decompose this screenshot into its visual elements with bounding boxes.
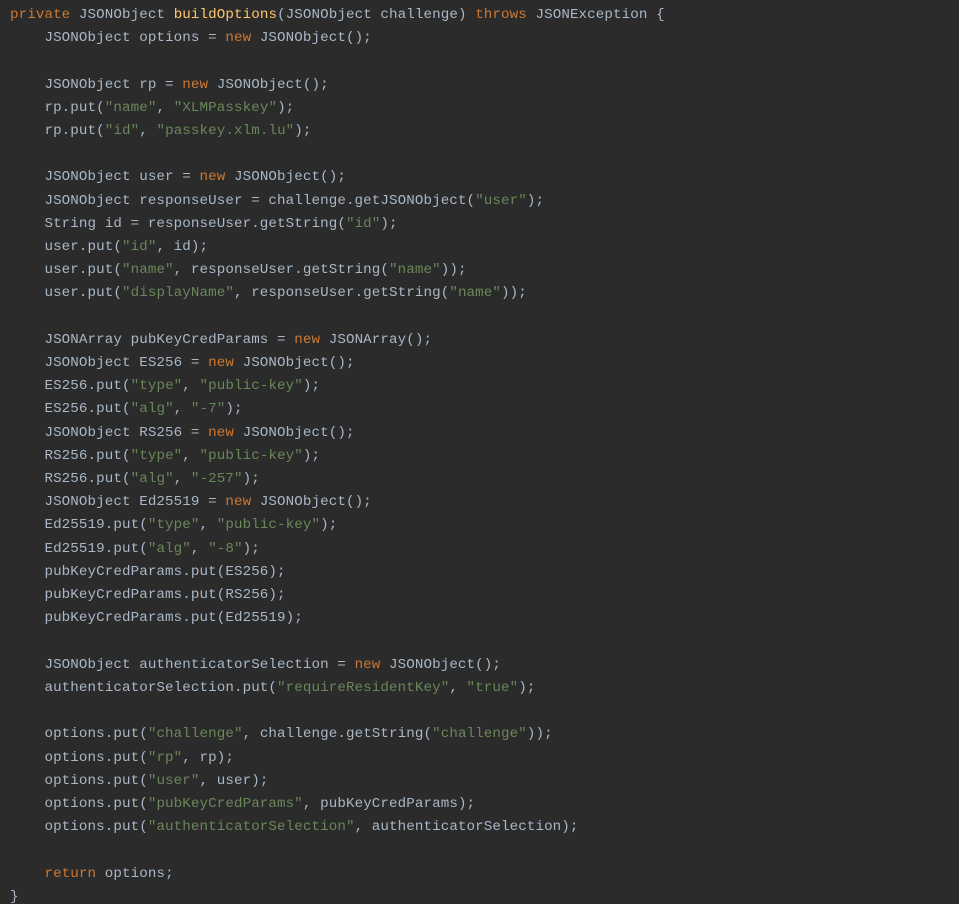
code-line: String id = responseUser.getString("id")… — [10, 216, 398, 232]
code-line: rp.put("name", "XLMPasskey"); — [10, 100, 294, 116]
code-editor[interactable]: private JSONObject buildOptions(JSONObje… — [0, 0, 959, 904]
code-line: user.put("name", responseUser.getString(… — [10, 262, 467, 278]
code-line: Ed25519.put("type", "public-key"); — [10, 517, 337, 533]
code-line: pubKeyCredParams.put(Ed25519); — [10, 610, 303, 626]
code-line: user.put("id", id); — [10, 239, 208, 255]
code-line: JSONObject user = new JSONObject(); — [10, 169, 346, 185]
code-line: private JSONObject buildOptions(JSONObje… — [10, 7, 665, 23]
code-line: options.put("challenge", challenge.getSt… — [10, 726, 553, 742]
code-line: options.put("authenticatorSelection", au… — [10, 819, 579, 835]
code-line: ES256.put("alg", "-7"); — [10, 401, 243, 417]
code-line: JSONObject responseUser = challenge.getJ… — [10, 193, 544, 209]
code-line: options.put("rp", rp); — [10, 750, 234, 766]
code-line: ES256.put("type", "public-key"); — [10, 378, 320, 394]
code-line: } — [10, 889, 19, 904]
code-line: return options; — [10, 866, 174, 882]
code-line: JSONObject ES256 = new JSONObject(); — [10, 355, 355, 371]
code-line: options.put("pubKeyCredParams", pubKeyCr… — [10, 796, 475, 812]
code-line: JSONArray pubKeyCredParams = new JSONArr… — [10, 332, 432, 348]
code-line: JSONObject rp = new JSONObject(); — [10, 77, 329, 93]
code-line: pubKeyCredParams.put(RS256); — [10, 587, 286, 603]
code-line: RS256.put("type", "public-key"); — [10, 448, 320, 464]
code-line: JSONObject Ed25519 = new JSONObject(); — [10, 494, 372, 510]
code-line: JSONObject options = new JSONObject(); — [10, 30, 372, 46]
code-line: rp.put("id", "passkey.xlm.lu"); — [10, 123, 312, 139]
code-line: pubKeyCredParams.put(ES256); — [10, 564, 286, 580]
code-line: JSONObject RS256 = new JSONObject(); — [10, 425, 355, 441]
code-line: Ed25519.put("alg", "-8"); — [10, 541, 260, 557]
code-line: JSONObject authenticatorSelection = new … — [10, 657, 501, 673]
code-line: options.put("user", user); — [10, 773, 268, 789]
code-line: RS256.put("alg", "-257"); — [10, 471, 260, 487]
code-line: user.put("displayName", responseUser.get… — [10, 285, 527, 301]
code-line: authenticatorSelection.put("requireResid… — [10, 680, 535, 696]
